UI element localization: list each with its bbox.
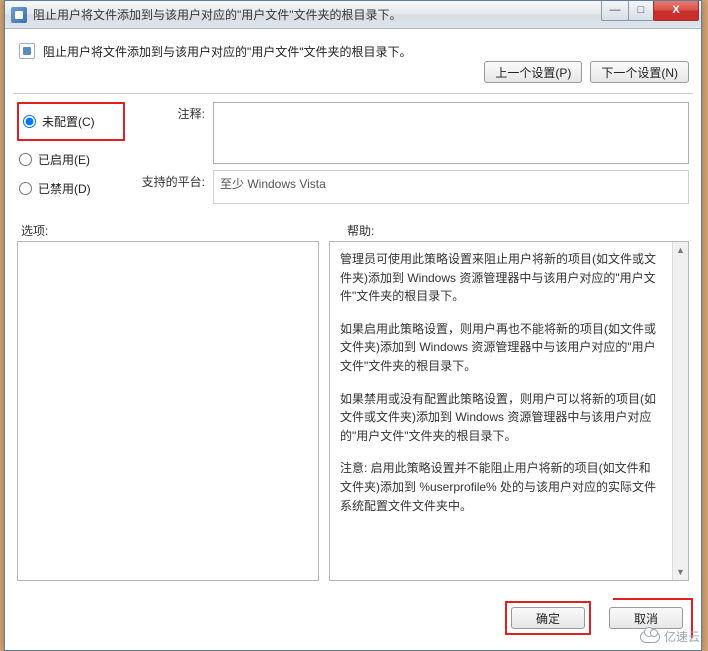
comment-label: 注释: <box>133 102 213 122</box>
titlebar[interactable]: 阻止用户将文件添加到与该用户对应的"用户文件"文件夹的根目录下。 — □ X <box>5 1 701 29</box>
radio-not-configured-input[interactable] <box>23 115 36 128</box>
help-p4: 注意: 启用此策略设置并不能阻止用户将新的项目(如文件和文件夹)添加到 %use… <box>340 459 662 515</box>
close-button[interactable]: X <box>653 1 699 21</box>
comment-row: 注释: <box>133 102 689 164</box>
window-controls: — □ X <box>602 1 699 21</box>
help-p3: 如果禁用或没有配置此策略设置，则用户可以将新的项目(如文件或文件夹)添加到 Wi… <box>340 390 662 446</box>
panel-labels: 选项: 帮助: <box>13 214 693 241</box>
panels-row: 管理员可使用此策略设置来阻止用户将新的项目(如文件或文件夹)添加到 Window… <box>13 241 693 581</box>
help-label: 帮助: <box>347 222 374 239</box>
radio-not-configured[interactable]: 未配置(C) <box>21 107 121 136</box>
nav-buttons: 上一个设置(P) 下一个设置(N) <box>484 61 689 83</box>
config-section: 未配置(C) 已启用(E) 已禁用(D) 注释: 支持的平台 <box>13 94 693 214</box>
radio-disabled[interactable]: 已禁用(D) <box>17 174 125 203</box>
help-p2: 如果启用此策略设置，则用户再也不能将新的项目(如文件或文件夹)添加到 Windo… <box>340 320 662 376</box>
platform-label: 支持的平台: <box>133 170 213 190</box>
platform-row: 支持的平台: 至少 Windows Vista <box>133 170 689 204</box>
help-panel: 管理员可使用此策略设置来阻止用户将新的项目(如文件或文件夹)添加到 Window… <box>329 241 689 581</box>
app-icon <box>11 7 27 23</box>
help-p1: 管理员可使用此策略设置来阻止用户将新的项目(如文件或文件夹)添加到 Window… <box>340 250 662 306</box>
window-title: 阻止用户将文件添加到与该用户对应的"用户文件"文件夹的根目录下。 <box>33 6 602 23</box>
radio-column: 未配置(C) 已启用(E) 已禁用(D) <box>17 102 125 210</box>
cancel-button[interactable]: 取消 <box>609 607 683 629</box>
minimize-button[interactable]: — <box>601 1 629 21</box>
content-area: 阻止用户将文件添加到与该用户对应的"用户文件"文件夹的根目录下。 上一个设置(P… <box>13 35 693 640</box>
policy-title: 阻止用户将文件添加到与该用户对应的"用户文件"文件夹的根目录下。 <box>43 41 484 60</box>
options-panel <box>17 241 319 581</box>
comment-textarea[interactable] <box>213 102 689 164</box>
platform-value: 至少 Windows Vista <box>213 170 689 204</box>
highlight-ok: 确定 <box>505 601 591 635</box>
scrollbar[interactable]: ▲ ▼ <box>672 242 688 580</box>
highlight-not-configured: 未配置(C) <box>17 102 125 141</box>
scroll-track[interactable] <box>673 258 688 564</box>
radio-disabled-label: 已禁用(D) <box>38 180 91 197</box>
radio-enabled-input[interactable] <box>19 153 32 166</box>
ok-button[interactable]: 确定 <box>511 607 585 629</box>
next-setting-button[interactable]: 下一个设置(N) <box>590 61 689 83</box>
help-text: 管理员可使用此策略设置来阻止用户将新的项目(如文件或文件夹)添加到 Window… <box>330 242 672 580</box>
radio-not-configured-label: 未配置(C) <box>42 113 95 130</box>
maximize-button[interactable]: □ <box>628 1 654 21</box>
scroll-up-icon[interactable]: ▲ <box>673 242 688 258</box>
previous-setting-button[interactable]: 上一个设置(P) <box>484 61 582 83</box>
footer: 确定 取消 <box>17 600 689 636</box>
radio-enabled-label: 已启用(E) <box>38 151 90 168</box>
radio-enabled[interactable]: 已启用(E) <box>17 145 125 174</box>
options-label: 选项: <box>17 222 347 239</box>
header-row: 阻止用户将文件添加到与该用户对应的"用户文件"文件夹的根目录下。 上一个设置(P… <box>13 35 693 94</box>
radio-disabled-input[interactable] <box>19 182 32 195</box>
policy-editor-window: 阻止用户将文件添加到与该用户对应的"用户文件"文件夹的根目录下。 — □ X 阻… <box>4 0 702 651</box>
scroll-down-icon[interactable]: ▼ <box>673 564 688 580</box>
fields-column: 注释: 支持的平台: 至少 Windows Vista <box>133 102 689 210</box>
policy-icon <box>19 43 35 59</box>
